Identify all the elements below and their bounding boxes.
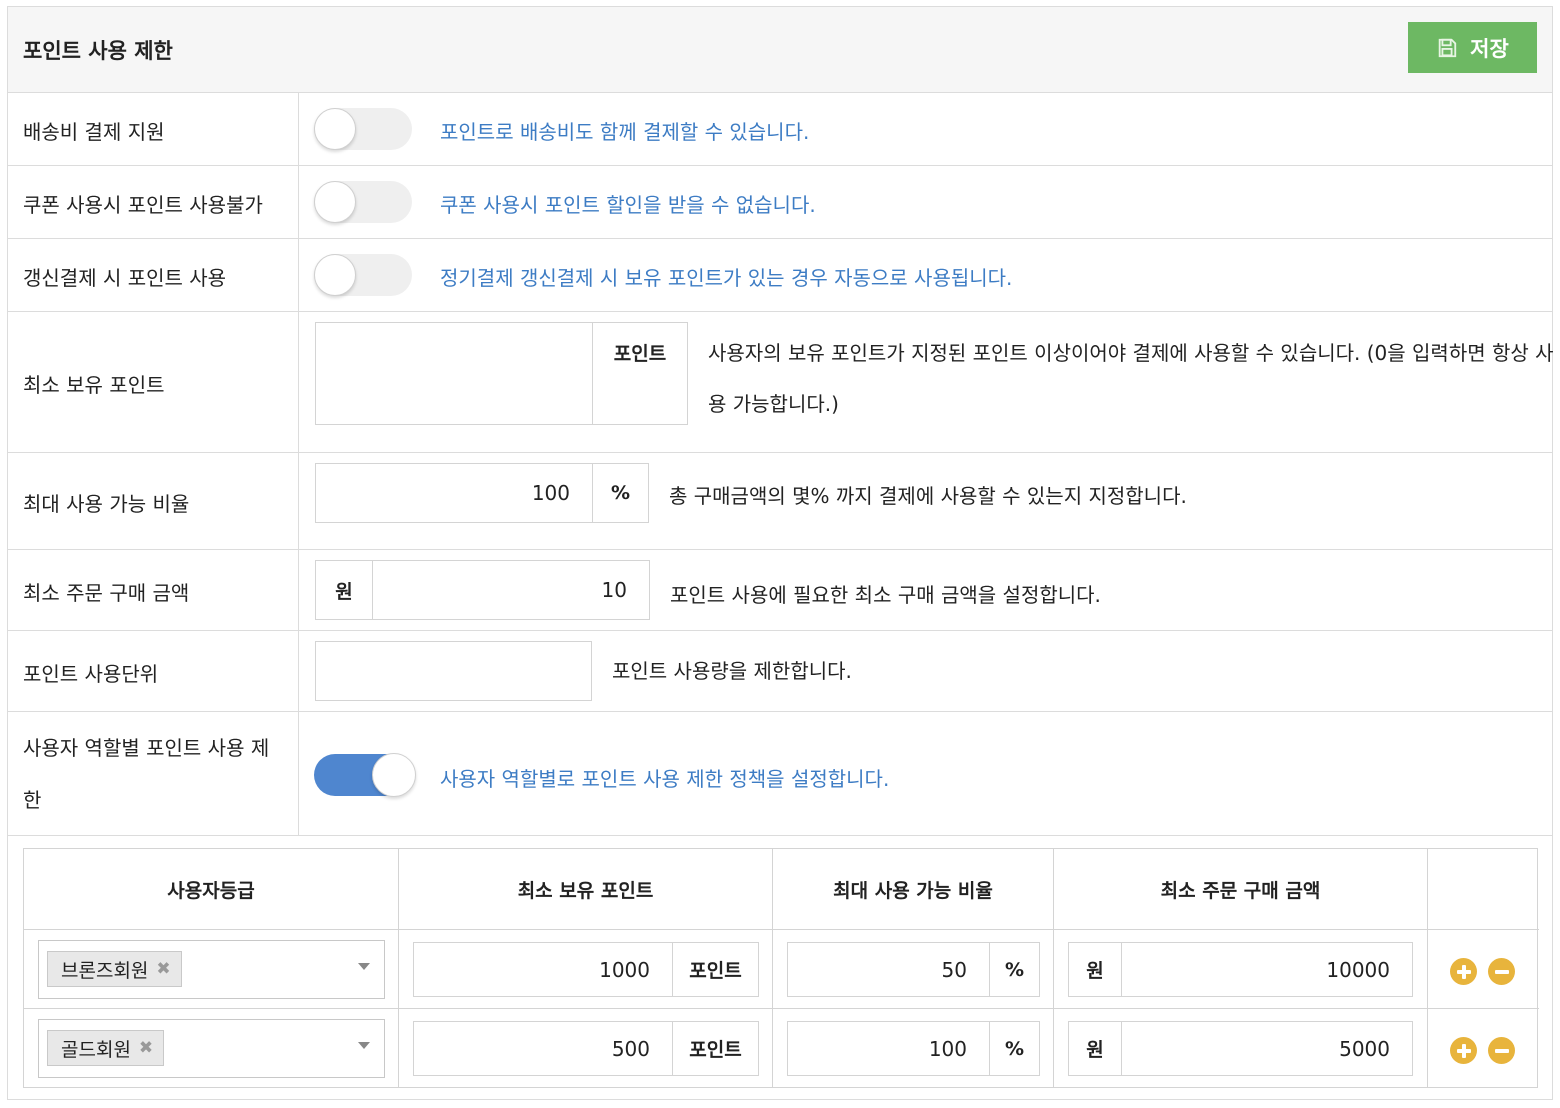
role-limit-help: 사용자 역할별로 포인트 사용 제한 정책을 설정합니다.	[440, 767, 890, 791]
row1-ratio-input[interactable]	[787, 942, 990, 997]
remove-tag-icon[interactable]: ✖	[156, 959, 170, 979]
role-table: 사용자등급 최소 보유 포인트 최대 사용 가능 비율 최소 주문 구매 금액 …	[23, 848, 1539, 1088]
max-ratio-label: 최대 사용 가능 비율	[23, 492, 190, 516]
row1-min-points-input[interactable]	[413, 942, 673, 997]
minus-circle-icon[interactable]	[1488, 1037, 1515, 1064]
unit-input[interactable]	[315, 641, 592, 701]
table-row: 브론즈회원 ✖	[24, 930, 399, 1009]
row-max-ratio: 최대 사용 가능 비율 % 총 구매금액의 몇% 까지 결제에 사용할 수 있는…	[8, 453, 1552, 550]
renewal-help: 정기결제 갱신결제 시 보유 포인트가 있는 경우 자동으로 사용됩니다.	[440, 266, 1013, 290]
row-unit: 포인트 사용단위 포인트 사용량을 제한합니다.	[8, 631, 1552, 712]
min-order-help: 포인트 사용에 필요한 최소 구매 금액을 설정합니다.	[670, 583, 1101, 607]
row1-currency: 원	[1068, 942, 1122, 997]
row-renewal: 갱신결제 시 포인트 사용 정기결제 갱신결제 시 보유 포인트가 있는 경우 …	[8, 239, 1552, 312]
grade-select[interactable]: 브론즈회원 ✖	[38, 940, 385, 999]
floppy-disk-icon	[1438, 38, 1457, 57]
grade-tag: 브론즈회원 ✖	[47, 951, 182, 987]
min-points-help-line2: 용 가능합니다.)	[708, 392, 839, 416]
row1-points-unit: 포인트	[672, 942, 759, 997]
max-ratio-input[interactable]	[315, 463, 593, 523]
chevron-down-icon	[358, 1042, 370, 1049]
shipping-toggle[interactable]	[314, 108, 412, 150]
role-limit-label-line2: 한	[23, 788, 42, 812]
row2-min-order-input[interactable]	[1121, 1021, 1413, 1076]
min-points-label: 최소 보유 포인트	[23, 373, 165, 397]
renewal-toggle[interactable]	[314, 254, 412, 296]
min-points-help-line1: 사용자의 보유 포인트가 지정된 포인트 이상이어야 결제에 사용할 수 있습니…	[708, 341, 1554, 365]
role-limit-label-line1: 사용자 역할별 포인트 사용 제	[23, 736, 270, 760]
remove-tag-icon[interactable]: ✖	[139, 1038, 153, 1058]
row1-min-order-input[interactable]	[1121, 942, 1413, 997]
row2-min-points-input[interactable]	[413, 1021, 673, 1076]
row-role-limit: 사용자 역할별 포인트 사용 제 한 사용자 역할별로 포인트 사용 제한 정책…	[8, 712, 1552, 836]
col-header-min-order: 최소 주문 구매 금액	[1054, 849, 1428, 930]
shipping-help: 포인트로 배송비도 함께 결제할 수 있습니다.	[440, 120, 810, 144]
min-order-label: 최소 주문 구매 금액	[23, 581, 190, 605]
table-row: 골드회원 ✖	[24, 1009, 399, 1088]
point-limit-panel: 포인트 사용 제한 저장 배송비 결제 지원 포인트로 배송비도 함께 결제할 …	[7, 6, 1554, 1100]
row2-currency: 원	[1068, 1021, 1122, 1076]
col-header-grade: 사용자등급	[24, 849, 399, 930]
min-points-unit: 포인트	[592, 322, 688, 425]
row-min-order: 최소 주문 구매 금액 원 포인트 사용에 필요한 최소 구매 금액을 설정합니…	[8, 550, 1552, 631]
min-order-currency: 원	[315, 560, 373, 620]
renewal-label: 갱신결제 시 포인트 사용	[23, 266, 227, 290]
panel-header: 포인트 사용 제한 저장	[8, 7, 1552, 93]
row1-ratio-unit: %	[989, 942, 1040, 997]
max-ratio-unit: %	[592, 463, 649, 523]
chevron-down-icon	[358, 963, 370, 970]
row2-ratio-unit: %	[989, 1021, 1040, 1076]
role-limit-toggle[interactable]	[314, 753, 416, 797]
row-min-points: 최소 보유 포인트 포인트 사용자의 보유 포인트가 지정된 포인트 이상이어야…	[8, 312, 1554, 453]
row2-points-unit: 포인트	[672, 1021, 759, 1076]
min-order-input[interactable]	[372, 560, 650, 620]
plus-circle-icon[interactable]	[1450, 1037, 1477, 1064]
coupon-help: 쿠폰 사용시 포인트 할인을 받을 수 없습니다.	[440, 193, 816, 217]
max-ratio-help: 총 구매금액의 몇% 까지 결제에 사용할 수 있는지 지정합니다.	[669, 484, 1187, 508]
col-header-max-ratio: 최대 사용 가능 비율	[773, 849, 1054, 930]
minus-circle-icon[interactable]	[1488, 958, 1515, 985]
grade-tag: 골드회원 ✖	[47, 1030, 165, 1066]
col-header-min-points: 최소 보유 포인트	[399, 849, 773, 930]
row-shipping: 배송비 결제 지원 포인트로 배송비도 함께 결제할 수 있습니다.	[8, 93, 1552, 166]
min-points-input[interactable]	[315, 322, 593, 425]
coupon-toggle[interactable]	[314, 181, 412, 223]
grade-select[interactable]: 골드회원 ✖	[38, 1019, 385, 1078]
row-coupon: 쿠폰 사용시 포인트 사용불가 쿠폰 사용시 포인트 할인을 받을 수 없습니다…	[8, 166, 1552, 239]
shipping-label: 배송비 결제 지원	[23, 120, 165, 144]
col-header-actions	[1428, 849, 1539, 930]
save-button[interactable]: 저장	[1408, 22, 1537, 73]
plus-circle-icon[interactable]	[1450, 958, 1477, 985]
row2-ratio-input[interactable]	[787, 1021, 990, 1076]
unit-help: 포인트 사용량을 제한합니다.	[612, 659, 852, 683]
save-button-label: 저장	[1470, 36, 1509, 61]
page-title: 포인트 사용 제한	[23, 39, 173, 63]
coupon-label: 쿠폰 사용시 포인트 사용불가	[23, 193, 263, 217]
unit-label: 포인트 사용단위	[23, 662, 159, 686]
